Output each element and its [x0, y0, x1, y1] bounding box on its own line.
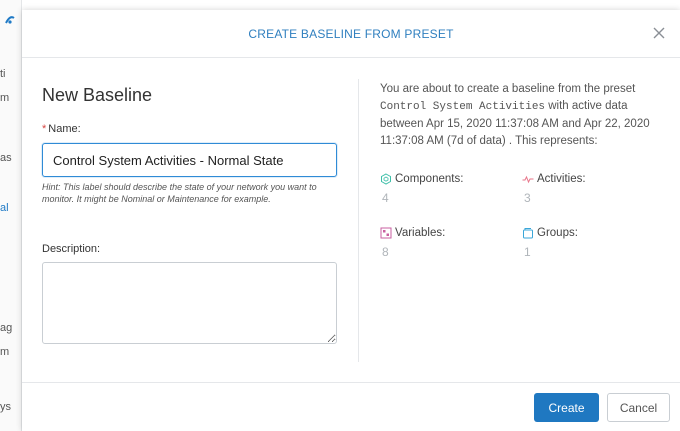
description-textarea[interactable]: [42, 262, 337, 344]
name-hint: Hint: This label should describe the sta…: [42, 182, 317, 204]
summary-text: You are about to create a baseline from …: [380, 81, 665, 150]
app-logo-icon: [4, 14, 16, 26]
modal-header: CREATE BASELINE FROM PRESET: [22, 10, 680, 58]
groups-icon: [523, 228, 533, 239]
stat-value: 1: [524, 245, 531, 259]
background-text-fragment: as: [0, 152, 12, 164]
summary-intro: You are about to create a baseline from …: [380, 83, 636, 95]
background-text-fragment: ys: [0, 401, 11, 413]
stat-variables: Variables: 8: [380, 227, 510, 259]
name-input[interactable]: [42, 143, 337, 177]
form-heading: New Baseline: [42, 85, 153, 105]
modal-title: CREATE BASELINE FROM PRESET: [248, 27, 454, 41]
cancel-button[interactable]: Cancel: [607, 393, 670, 422]
name-label-text: Name:: [48, 123, 81, 135]
description-label: Description:: [42, 243, 101, 255]
close-button[interactable]: [650, 24, 668, 42]
baseline-form: New Baseline *Name: Hint: This label sho…: [42, 59, 338, 382]
background-text-fragment: ti: [0, 68, 6, 80]
modal-footer: Create Cancel: [22, 382, 680, 431]
background-text-fragment: al: [0, 202, 9, 214]
background-text-fragment: m: [0, 92, 10, 104]
column-divider: [358, 79, 359, 362]
close-icon: [653, 27, 665, 39]
preset-name: Control System Activities: [380, 101, 546, 113]
preset-summary: You are about to create a baseline from …: [380, 59, 665, 382]
stat-groups: Groups: 1: [522, 227, 652, 259]
name-label: * Name:: [42, 123, 81, 135]
create-button[interactable]: Create: [534, 393, 599, 422]
stat-label: Activities:: [537, 173, 586, 185]
background-text-fragment: m: [0, 346, 10, 358]
stat-label: Variables:: [395, 227, 446, 239]
components-icon: [381, 173, 391, 185]
create-baseline-modal: CREATE BASELINE FROM PRESET New Baseline…: [22, 10, 680, 431]
stat-value: 4: [382, 191, 389, 205]
background-text-fragment: ag: [0, 322, 13, 334]
background-sidebar: ti m as al ag m ys: [0, 0, 22, 431]
stat-label: Groups:: [537, 227, 578, 239]
stat-label: Components:: [395, 173, 464, 185]
stat-value: 8: [382, 245, 389, 259]
variables-icon: [380, 227, 392, 239]
stat-value: 3: [524, 191, 531, 205]
stat-activities: Activities: 3: [522, 173, 652, 205]
required-marker: *: [42, 123, 47, 135]
modal-body: New Baseline *Name: Hint: This label sho…: [22, 59, 680, 382]
background-header: [22, 0, 680, 10]
activities-icon: [522, 175, 534, 184]
stat-components: Components: 4: [380, 173, 510, 205]
